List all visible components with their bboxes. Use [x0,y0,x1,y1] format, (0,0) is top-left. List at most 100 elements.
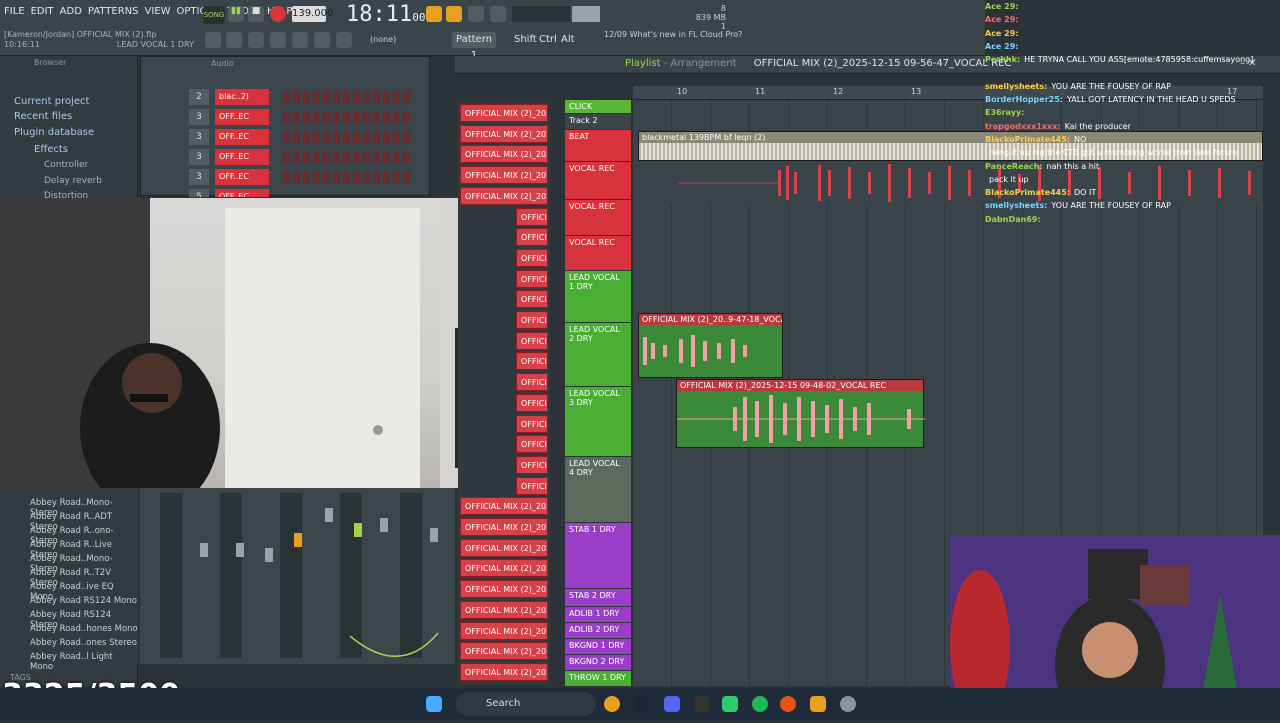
channel-name[interactable]: OFF..EC [215,169,269,185]
clip-source-item[interactable]: OFFICIAL MIX (2)_2025-1.. [516,435,548,454]
clip-source-item[interactable]: OFFICIAL MIX (2)_2025-1.. [516,331,548,350]
track-header[interactable]: VOCAL REC [565,200,631,235]
track-header[interactable]: ADLIB 2 DRY [565,623,631,638]
microphone-icon[interactable] [336,32,352,48]
song-mode-toggle[interactable]: SONG [203,6,225,24]
step-sequencer[interactable] [283,91,413,103]
settings-icon[interactable] [840,696,856,712]
browser-item-delay-reverb[interactable]: Delay reverb [44,176,102,186]
discord-icon[interactable] [664,696,680,712]
record-button[interactable] [270,6,286,22]
track-header[interactable]: THROW 1 DRY [565,671,631,686]
windows-start-icon[interactable] [426,696,442,712]
clip-source-item[interactable]: OFFICIAL MIX (2)_2025-1.. [516,311,548,329]
ctrl-key-button[interactable]: Ctrl [539,34,557,45]
clip-source-item[interactable]: OFFICIAL MIX (2)_2025-1.. [516,455,548,474]
browser-item-plugin-database[interactable]: Plugin database [14,127,94,138]
channel-mixer-track[interactable]: 3 [189,109,209,125]
plugin-picker-icon[interactable] [314,32,330,48]
plugin-item[interactable]: Abbey Road RS124 Mono [30,596,137,606]
clip-source-item[interactable]: OFFICIAL MIX (2)_2025-1.. [460,559,548,578]
channel-rack-icon[interactable] [292,32,308,48]
channel-mixer-track[interactable]: 3 [189,129,209,145]
time-display[interactable]: 18:1100 [346,2,425,27]
clip-source-item[interactable]: OFFICIAL MIX (2)_2025-1.. [460,104,548,122]
channel-name[interactable]: OFF..EC [215,149,269,165]
channel-row[interactable]: 2 blac..2) [145,89,425,105]
channel-row[interactable]: 3 OFF..EC [145,169,425,185]
track-header[interactable]: Track 2 [565,114,631,129]
track-header[interactable]: STAB 1 DRY [565,523,631,588]
app-icon[interactable] [722,696,738,712]
spotify-icon[interactable] [752,696,768,712]
brave-icon[interactable] [780,696,796,712]
clip-source-item[interactable]: OFFICIAL MIX (2)_2025-1.. [460,600,548,619]
browser-item-effects[interactable]: Effects [34,144,68,155]
step-sequencer[interactable] [283,151,413,163]
channel-name[interactable]: blac..2) [215,89,269,105]
mixer-strips[interactable] [140,488,455,664]
audio-clip-lead-vocal-3[interactable]: OFFICIAL MIX (2)_2025-12-15 09-48-02_VOC… [676,379,925,448]
piano-roll-icon[interactable] [248,32,264,48]
playlist-icon[interactable] [226,32,242,48]
stop-button[interactable]: ■ [248,6,264,22]
pattern-none-select[interactable]: (none) [370,35,396,44]
step-edit-icon[interactable] [446,6,462,22]
clip-source-item[interactable]: OFFICIAL MIX (2)_2025-1.. [516,476,548,495]
clip-source-item[interactable]: OFFICIAL MIX (2)_2025-1.. [460,166,548,185]
clip-source-item[interactable]: OFFICIAL MIX (2)_2025-1.. [460,186,548,205]
clip-source-item[interactable]: OFFICIAL MIX (2)_2025-1.. [460,580,548,599]
track-header[interactable]: BKGND 1 DRY [565,639,631,654]
channel-mixer-track[interactable]: 2 [189,89,209,105]
chrome-icon[interactable] [604,696,620,712]
clip-source-item[interactable]: OFFICIAL MIX (2)_2025-1.. [516,228,548,247]
clip-source-item[interactable]: OFFICIAL MIX (2)_2025-1.. [460,642,548,661]
menu-file[interactable]: FILE [4,6,25,17]
alt-key-button[interactable]: Alt [561,34,575,45]
pattern-selector[interactable]: Pattern 1 [452,32,496,61]
channel-mixer-track[interactable]: 3 [189,149,209,165]
channel-mixer-track[interactable]: 5 [189,189,209,197]
metronome-icon[interactable] [426,6,442,22]
track-header[interactable]: VOCAL REC [565,236,631,270]
plugin-item[interactable]: Abbey Road..hones Mono [30,624,138,634]
track-header[interactable]: STAB 2 DRY [565,589,631,606]
step-sequencer[interactable] [283,171,413,183]
clip-source-item[interactable]: OFFICIAL MIX (2)_2025-1.. [516,207,548,226]
track-header[interactable]: BEAT [565,130,631,161]
news-panel[interactable]: 12/09 What's new in FL Cloud Pro? [604,30,742,40]
master-volume-slider[interactable] [572,6,600,22]
track-header[interactable]: BKGND 2 DRY [565,655,631,670]
clip-source-item[interactable]: OFFICIAL MIX (2)_2025-1.. [460,621,548,640]
fl-studio-icon[interactable] [810,696,826,712]
clip-source-item[interactable]: OFFICIAL MIX (2)_2025-1.. [460,538,548,557]
menu-patterns[interactable]: PATTERNS [88,6,139,17]
channel-name[interactable]: OFF..EC [215,129,269,145]
clip-source-item[interactable]: OFFICIAL MIX (2)_2025-1.. [516,248,548,267]
channel-name[interactable]: OFF..EC [215,109,269,125]
play-button[interactable]: ▮▮ [228,6,244,22]
app-icon[interactable] [694,696,710,712]
clip-source-item[interactable]: OFFICIAL MIX (2)_2025-1.. [460,124,548,143]
mixer-icon[interactable] [270,32,286,48]
clip-source-item[interactable]: OFFICIAL MIX (2)_2025-1.. [516,290,548,309]
clip-source-item[interactable]: OFFICIAL MIX (2)_2025-1.. [460,518,548,536]
channel-name[interactable]: OFF..EC [215,189,269,197]
clip-source-item[interactable]: OFFICIAL MIX (2)_2025-1.. [516,393,548,412]
clip-source-item[interactable]: OFFICIAL MIX (2)_2025-1.. [460,145,548,164]
clip-source-item[interactable]: OFFICIAL MIX (2)_2025-1.. [460,497,548,516]
plugin-item[interactable]: Abbey Road..l Light Mono [30,652,138,672]
channel-row[interactable]: 5 OFF..EC [145,189,425,197]
menu-add[interactable]: ADD [60,6,82,17]
browser-item-current-project[interactable]: Current project [14,96,89,107]
wait-input-icon[interactable] [490,6,506,22]
channel-row[interactable]: 3 OFF..EC [145,149,425,165]
step-sequencer[interactable] [283,111,413,123]
steam-icon[interactable] [634,696,650,712]
channel-mixer-track[interactable]: 3 [189,169,209,185]
playlist-section[interactable]: Arrangement [671,58,737,69]
track-header[interactable]: CLICK [565,100,631,113]
clip-source-item[interactable]: OFFICIAL MIX (2)_2025-1.. [516,373,548,392]
typing-keyboard-icon[interactable] [468,6,484,22]
shift-key-button[interactable]: Shift [514,34,537,45]
